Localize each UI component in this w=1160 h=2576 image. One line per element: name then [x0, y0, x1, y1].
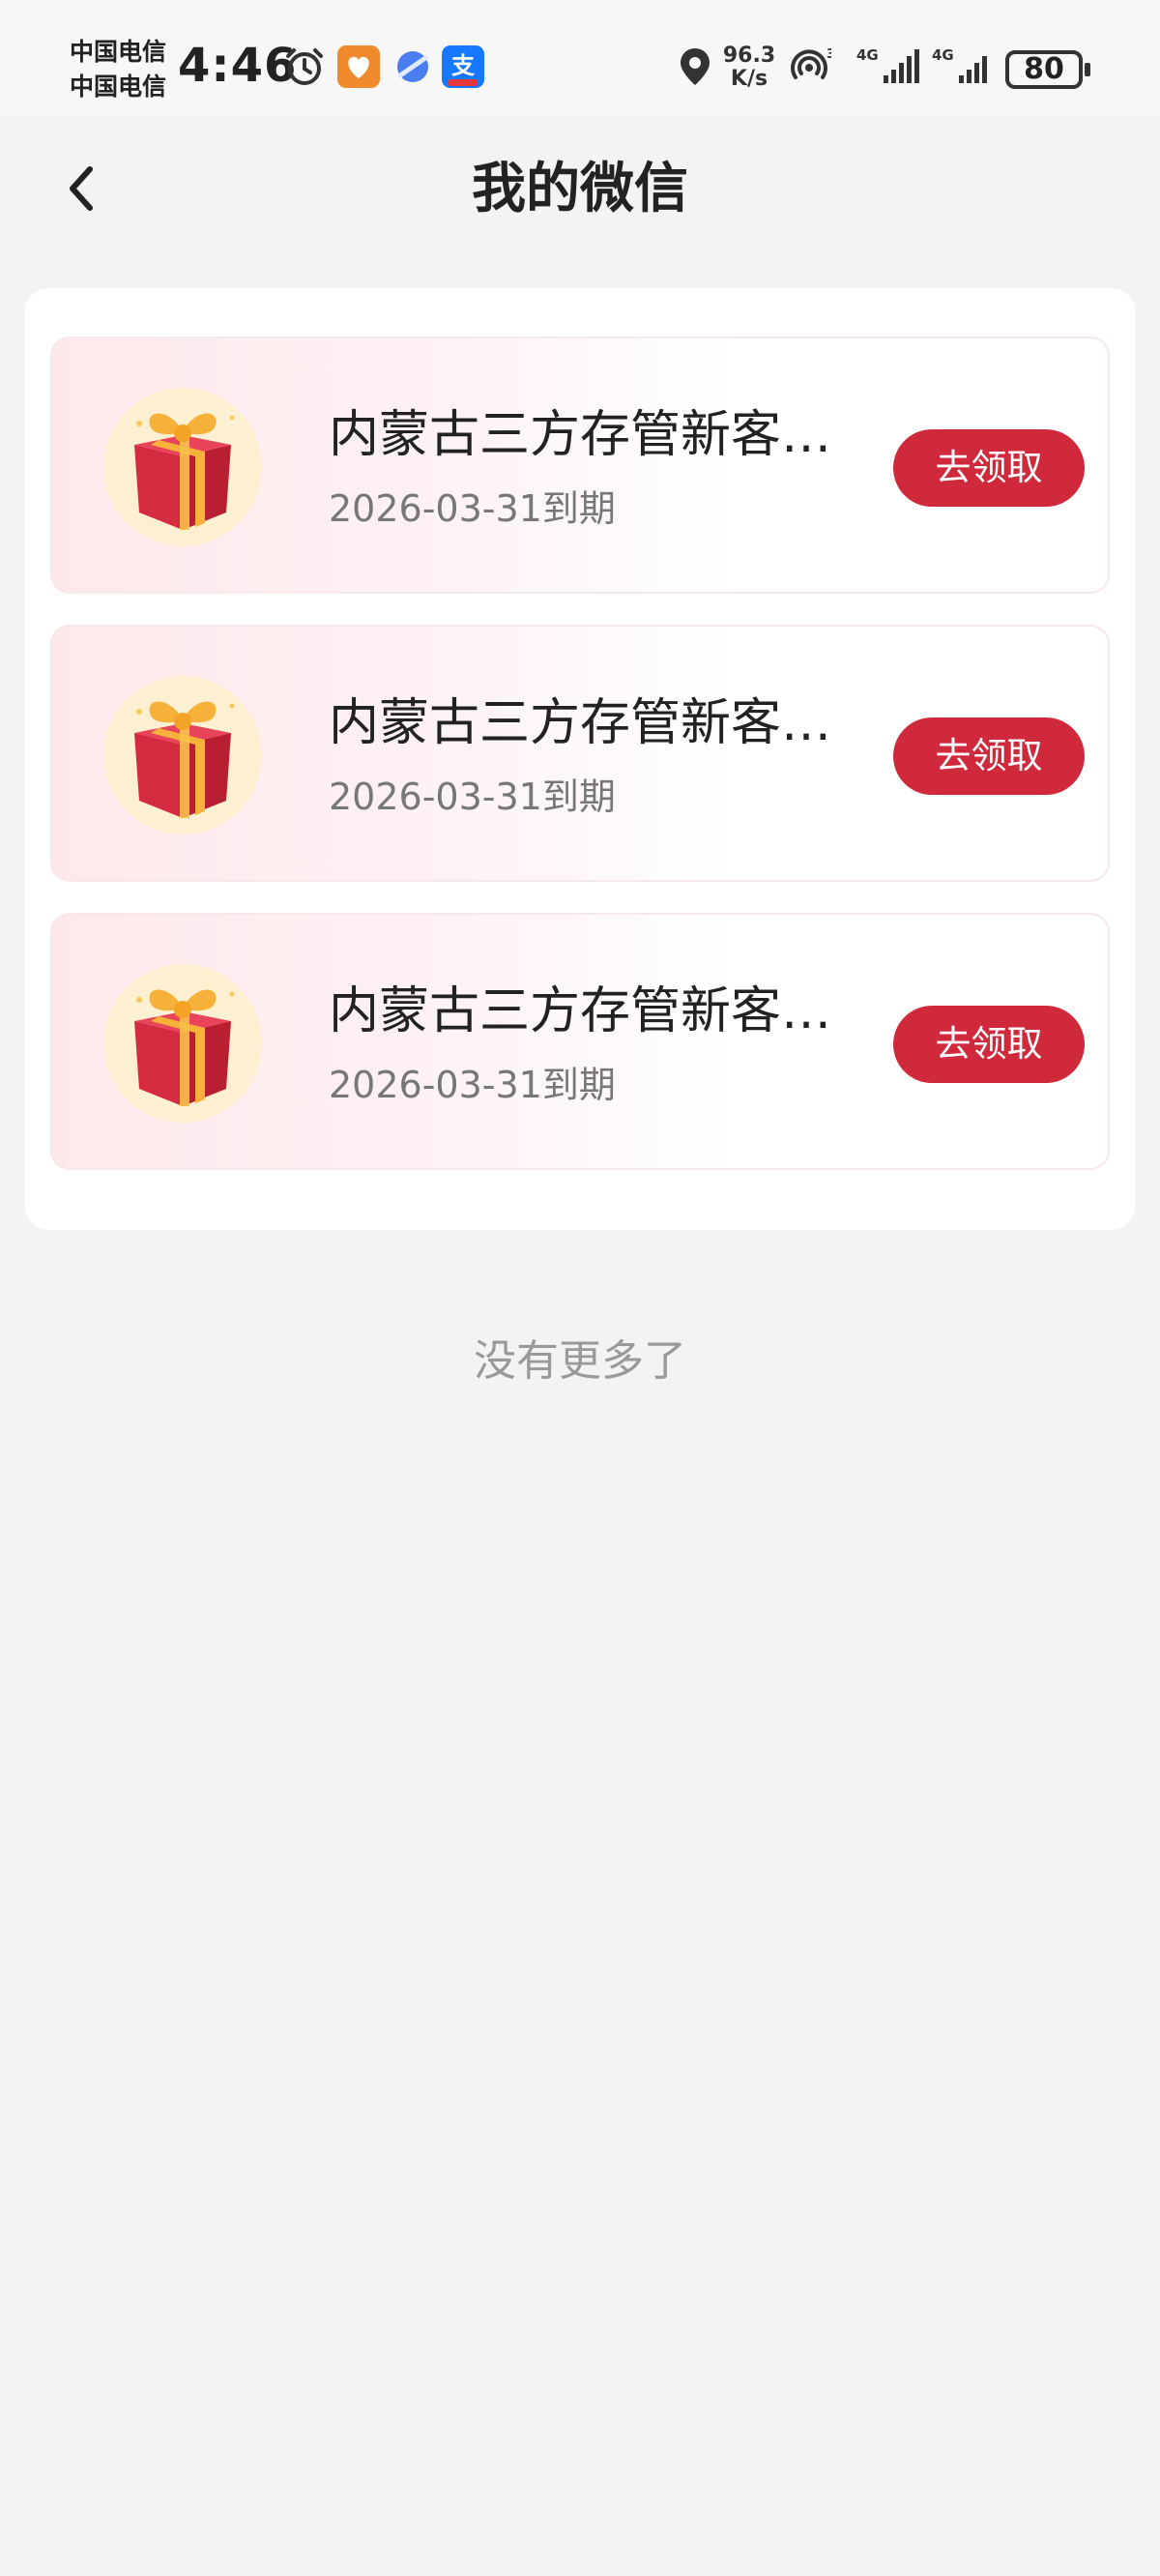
item-title: 内蒙古三方存管新客… — [329, 694, 832, 752]
hotspot-icon: 3 — [791, 47, 831, 79]
carrier-labels: 中国电信 中国电信 — [70, 35, 166, 104]
claim-button[interactable]: 去领取 — [893, 1006, 1085, 1083]
list-item: 内蒙古三方存管新客… 2026-03-31到期 去领取 — [50, 913, 1110, 1170]
alarm-icon — [286, 48, 323, 85]
item-title: 内蒙古三方存管新客… — [329, 982, 832, 1040]
svg-text:3: 3 — [826, 47, 831, 62]
status-bar: 中国电信 中国电信 4:46 支 96.3 K/s 3 4G 4G 80 — [0, 0, 1160, 116]
svg-text:支: 支 — [451, 52, 476, 79]
item-expiry-date: 2026-03-31到期 — [329, 776, 616, 818]
list-item: 内蒙古三方存管新客… 2026-03-31到期 去领取 — [50, 337, 1110, 594]
carrier-2: 中国电信 — [70, 73, 167, 101]
svg-text:4G: 4G — [932, 46, 954, 64]
coupon-list-card: 内蒙古三方存管新客… 2026-03-31到期 去领取 内蒙古三方存管新客… 2… — [25, 288, 1135, 1230]
no-more-text: 没有更多了 — [474, 1336, 686, 1386]
alipay-app-icon: 支 — [442, 45, 484, 88]
location-icon — [681, 48, 710, 85]
net-speed-unit: K/s — [730, 67, 768, 91]
svg-text:4G: 4G — [856, 46, 879, 64]
health-app-icon — [337, 45, 380, 88]
gift-box-icon — [103, 964, 262, 1123]
item-expiry-date: 2026-03-31到期 — [329, 1064, 616, 1106]
net-speed-value: 96.3 — [722, 44, 776, 68]
gift-box-icon — [103, 388, 262, 546]
list-item: 内蒙古三方存管新客… 2026-03-31到期 去领取 — [50, 625, 1110, 882]
status-time: 4:46 — [178, 39, 298, 93]
claim-button[interactable]: 去领取 — [893, 429, 1085, 507]
carrier-1: 中国电信 — [70, 38, 167, 66]
page-title: 我的微信 — [472, 158, 688, 220]
gift-box-icon — [103, 676, 262, 834]
net-speed: 96.3 K/s — [719, 44, 779, 91]
battery-indicator: 80 — [1005, 50, 1090, 89]
signal-4g-icon: 4G — [932, 46, 987, 83]
item-expiry-date: 2026-03-31到期 — [329, 487, 616, 530]
nav-bar: 我的微信 — [0, 116, 1160, 261]
claim-button[interactable]: 去领取 — [893, 717, 1085, 795]
item-title: 内蒙古三方存管新客… — [329, 406, 832, 464]
browser-app-icon — [397, 51, 428, 82]
signal-4g-icon: 4G — [856, 46, 919, 83]
